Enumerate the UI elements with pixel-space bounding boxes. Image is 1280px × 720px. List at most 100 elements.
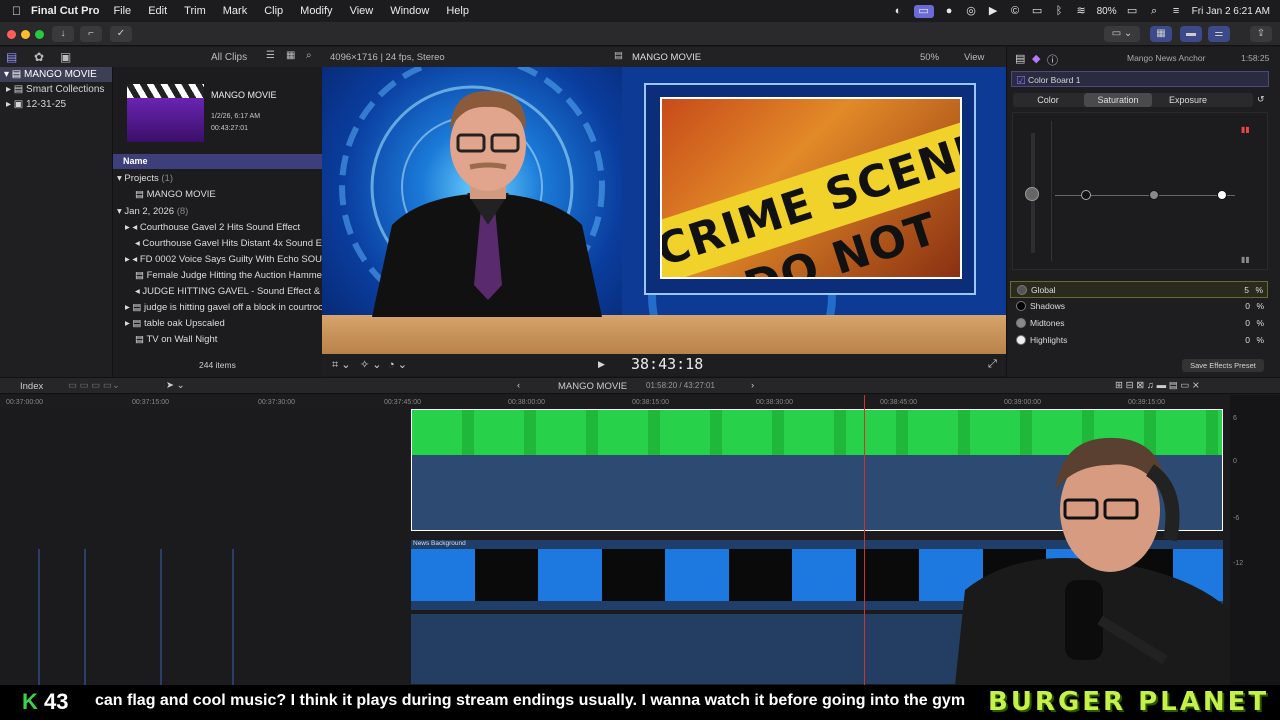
timeline-project-name[interactable]: MANGO MOVIE bbox=[558, 381, 627, 392]
zoom-window-button[interactable] bbox=[35, 30, 44, 39]
tab-color[interactable]: Color bbox=[1020, 93, 1076, 107]
global-puck[interactable] bbox=[1025, 187, 1039, 201]
apple-menu-icon[interactable]:  bbox=[12, 4, 21, 18]
highlights-value[interactable]: 0 bbox=[1245, 332, 1250, 349]
tab-saturation[interactable]: Saturation bbox=[1084, 93, 1152, 107]
midtones-puck[interactable] bbox=[1149, 190, 1159, 200]
control-center-icon[interactable]: ≡ bbox=[1170, 5, 1183, 18]
keyword-icon[interactable]: ⌐ bbox=[80, 26, 102, 42]
global-value[interactable]: 5 bbox=[1244, 282, 1249, 299]
transform-icon[interactable]: ⌗ ⌄ bbox=[332, 358, 350, 372]
menu-trim[interactable]: Trim bbox=[184, 5, 206, 17]
info-inspector-icon[interactable]: ⓘ bbox=[1047, 52, 1058, 68]
reset-icon[interactable]: ↺ bbox=[1257, 94, 1265, 105]
list-item[interactable]: ▸ ◂ FD 0002 Voice Says Guilty With Echo … bbox=[113, 252, 322, 268]
fullscreen-icon[interactable]: ⤢ bbox=[988, 358, 997, 371]
titles-icon[interactable]: ▣ bbox=[60, 50, 71, 64]
menu-edit[interactable]: Edit bbox=[148, 5, 167, 17]
search-icon[interactable]: ⌕ bbox=[1148, 5, 1161, 18]
background-tasks-icon[interactable]: ✓ bbox=[110, 26, 132, 42]
filmstrip-icon[interactable]: ▦ bbox=[286, 50, 295, 61]
list-item[interactable]: ▸ ◂ Courthouse Gavel 2 Hits Sound Effect bbox=[113, 220, 322, 236]
monitor-icon[interactable]: ▭ bbox=[1031, 5, 1044, 18]
forward-arrow-icon[interactable]: › bbox=[751, 380, 754, 391]
photos-icon[interactable]: ✿ bbox=[34, 50, 44, 64]
screen-share-icon[interactable]: ▭ bbox=[913, 4, 934, 18]
timeline-ruler[interactable]: 00:37:00:00 00:37:15:00 00:37:30:00 00:3… bbox=[0, 395, 1230, 409]
list-item[interactable]: ◂ Courthouse Gavel Hits Distant 4x Sound… bbox=[113, 236, 322, 252]
playhead[interactable] bbox=[864, 395, 865, 685]
obs-icon[interactable]: ◐ bbox=[892, 5, 905, 18]
battery-icon[interactable]: ▭ bbox=[1126, 5, 1139, 18]
app-menu[interactable]: Final Cut Pro bbox=[31, 5, 99, 17]
video-viewer[interactable]: CRIME SCENE DO NOT CROSS bbox=[322, 67, 1006, 354]
minimize-window-button[interactable] bbox=[21, 30, 30, 39]
inspector-toggle-icon[interactable]: ⚌ bbox=[1208, 26, 1230, 42]
library-item-event[interactable]: ▸ ▣ 12-31-25 bbox=[0, 97, 112, 112]
menu-mark[interactable]: Mark bbox=[223, 5, 247, 17]
midtones-row[interactable]: Midtones 0 % bbox=[1010, 315, 1268, 332]
viewer-controls: ⌗ ⌄ ✧ ⌄ ◔ ⌄ ▶ 38:43:18 ⤢ bbox=[322, 354, 1006, 376]
library-item-smart-collections[interactable]: ▸ ▤ Smart Collections bbox=[0, 82, 112, 97]
play-button[interactable]: ▶ bbox=[598, 359, 605, 370]
list-item[interactable]: ▸ ▤ judge is hitting gavel off a block i… bbox=[113, 300, 322, 316]
wifi-icon[interactable]: ≋ bbox=[1075, 5, 1088, 18]
library-icon[interactable]: ▤ bbox=[6, 50, 17, 64]
edit-buttons-icon[interactable]: ▭ ▭ ▭ ▭⌄ bbox=[68, 380, 120, 391]
tool-select-icon[interactable]: ➤ ⌄ bbox=[166, 380, 185, 391]
highlights-row[interactable]: Highlights 0 % bbox=[1010, 332, 1268, 349]
project-thumbnail[interactable] bbox=[127, 84, 204, 142]
copyright-icon[interactable]: © bbox=[1009, 5, 1022, 18]
close-window-button[interactable] bbox=[7, 30, 16, 39]
bluetooth-icon[interactable]: ᛒ bbox=[1053, 5, 1066, 18]
timeline-view-icons[interactable]: ⊞ ⊟ ⊠ ♫ ▬ ▤ ▭ ⨯ bbox=[1115, 380, 1200, 391]
ruler-tick: 00:38:45:00 bbox=[880, 399, 917, 406]
export-icon[interactable]: ⇪ bbox=[1250, 26, 1272, 42]
save-effects-preset-button[interactable]: Save Effects Preset bbox=[1182, 359, 1264, 372]
color-inspector-icon[interactable]: ◆ bbox=[1032, 52, 1040, 65]
timeline-toggle-icon[interactable]: ▬ bbox=[1180, 26, 1202, 42]
retime-icon[interactable]: ◔ ⌄ bbox=[388, 358, 407, 371]
menu-clip[interactable]: Clip bbox=[264, 5, 283, 17]
list-item[interactable]: ▤ TV on Wall Night bbox=[113, 332, 322, 348]
menu-help[interactable]: Help bbox=[446, 5, 469, 17]
date-group[interactable]: ▾ Jan 2, 2026 (8) bbox=[113, 204, 322, 220]
shadows-value[interactable]: 0 bbox=[1245, 298, 1250, 315]
global-row[interactable]: Global 5 % bbox=[1010, 281, 1268, 298]
list-item[interactable]: ◂ JUDGE HITTING GAVEL - Sound Effect & V bbox=[113, 284, 322, 300]
checkbox-icon[interactable]: ☑ bbox=[1016, 74, 1026, 87]
play-icon[interactable]: ▶ bbox=[987, 5, 1000, 18]
menu-view[interactable]: View bbox=[350, 5, 374, 17]
clip-appearance-icon[interactable]: ☰ bbox=[266, 50, 275, 61]
color-board[interactable]: ▮▮ ▮▮ bbox=[1012, 112, 1268, 270]
tab-exposure[interactable]: Exposure bbox=[1158, 93, 1218, 107]
clock[interactable]: Fri Jan 2 6:21 AM bbox=[1192, 6, 1270, 17]
projects-group[interactable]: ▾ Projects (1) bbox=[113, 171, 322, 187]
project-item[interactable]: ▤ MANGO MOVIE bbox=[113, 187, 322, 203]
shadows-row[interactable]: Shadows 0 % bbox=[1010, 298, 1268, 315]
search-icon[interactable]: ⌕ bbox=[306, 50, 312, 61]
menu-file[interactable]: File bbox=[113, 5, 131, 17]
globe-icon[interactable]: ◎ bbox=[965, 5, 978, 18]
effect-selector[interactable]: ☑ Color Board 1 bbox=[1011, 71, 1269, 87]
display-icon[interactable]: ● bbox=[943, 5, 956, 18]
name-column-header[interactable]: Name bbox=[113, 154, 322, 169]
menu-window[interactable]: Window bbox=[390, 5, 429, 17]
midtones-value[interactable]: 0 bbox=[1245, 315, 1250, 332]
menu-modify[interactable]: Modify bbox=[300, 5, 332, 17]
import-icon[interactable]: ↓ bbox=[52, 26, 74, 42]
back-arrow-icon[interactable]: ‹ bbox=[517, 380, 520, 391]
zoom-dropdown[interactable]: 50% bbox=[920, 52, 939, 63]
browser-toggle-icon[interactable]: ▦ bbox=[1150, 26, 1172, 42]
enhance-icon[interactable]: ✧ ⌄ bbox=[360, 358, 382, 371]
list-item[interactable]: ▸ ▤ table oak Upscaled bbox=[113, 316, 322, 332]
share-dropdown-icon[interactable]: ▭ ⌄ bbox=[1104, 26, 1140, 42]
video-inspector-icon[interactable]: ▤ bbox=[1015, 52, 1025, 65]
clip-filter-dropdown[interactable]: All Clips bbox=[211, 52, 247, 63]
view-dropdown[interactable]: View bbox=[964, 52, 984, 63]
shadows-puck[interactable] bbox=[1081, 190, 1091, 200]
index-button[interactable]: Index bbox=[17, 381, 46, 392]
list-item[interactable]: ▤ Female Judge Hitting the Auction Hamme… bbox=[113, 268, 322, 284]
highlights-puck[interactable] bbox=[1217, 190, 1227, 200]
library-item-mango-movie[interactable]: ▾ ▤ MANGO MOVIE bbox=[0, 67, 112, 82]
